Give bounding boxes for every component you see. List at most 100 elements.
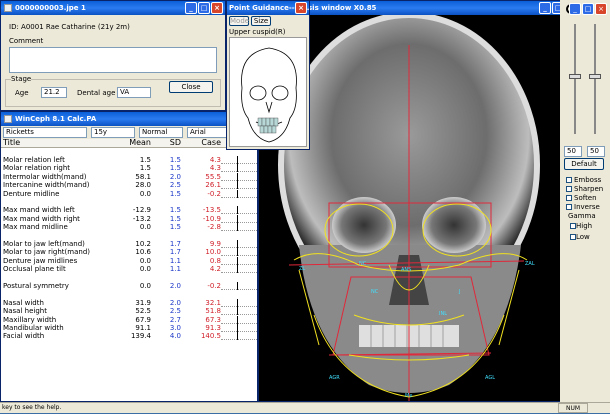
row-sd: 2.5 <box>169 307 181 316</box>
row-sd <box>151 198 181 206</box>
status-text: key to see the help. <box>2 404 62 411</box>
contrast-slider-thumb[interactable] <box>589 74 601 79</box>
age-input[interactable]: 21.2 <box>41 87 67 98</box>
mode-button[interactable]: Mode <box>229 16 249 26</box>
panel-minimize-button[interactable]: _ <box>569 3 581 15</box>
header-title[interactable]: Title <box>1 139 111 148</box>
dental-age-label: Dental age <box>77 89 116 97</box>
table-row[interactable]: Max mand width right -13.2 1.5 -10.9 <box>1 214 257 223</box>
comment-input[interactable] <box>9 47 217 73</box>
table-row[interactable]: Max mand width left -12.9 1.5 -13.5 <box>1 206 257 215</box>
svg-text:NC: NC <box>371 289 379 295</box>
patient-id-line: ID: A0001 Rae Catharine (21y 2m) <box>9 23 130 31</box>
row-sd: 3.0 <box>169 323 181 332</box>
comment-label: Comment <box>9 37 44 45</box>
row-graph <box>221 256 257 265</box>
table-row[interactable] <box>1 273 257 281</box>
brightness-slider-thumb[interactable] <box>569 74 581 79</box>
row-mean <box>111 273 151 281</box>
brightness-slider[interactable] <box>574 24 576 134</box>
row-case: 10.0 <box>205 248 221 257</box>
table-row[interactable]: Molar relation left 1.5 1.5 4.3 <box>1 156 257 165</box>
point-guidance-titlebar[interactable]: Point Guidance--Fu... × <box>227 1 309 15</box>
age-select[interactable]: 15y <box>91 127 135 138</box>
table-row[interactable]: Facial width 139.4 4.0 140.5 <box>1 332 257 341</box>
soften-checkbox[interactable] <box>566 195 572 201</box>
minimize-button[interactable]: _ <box>539 2 551 14</box>
table-row[interactable]: Denture midline 0.0 1.5 -0.2 <box>1 189 257 198</box>
table-row[interactable]: Intermolar width(mand) 58.1 2.0 55.5 <box>1 172 257 181</box>
brightness-value[interactable]: 50 <box>564 146 582 157</box>
header-sd[interactable]: SD <box>151 139 181 148</box>
svg-text:INL: INL <box>439 311 447 317</box>
row-mean: 10.2 <box>135 239 151 248</box>
header-case[interactable]: Case <box>181 139 221 148</box>
row-case: 4.2 <box>209 265 221 274</box>
table-row[interactable]: Molar relation right 1.5 1.5 4.3 <box>1 164 257 173</box>
row-case: 51.8 <box>205 307 221 316</box>
svg-text:AGR: AGR <box>329 375 340 381</box>
analysis-select[interactable]: Ricketts <box>3 127 87 138</box>
image-window-titlebar[interactable]: 0000000003.jpe 1 _ □ × <box>1 1 225 15</box>
calc-window-titlebar[interactable]: WinCeph 8.1 Calc.PA <box>1 112 257 126</box>
row-graph <box>221 315 257 324</box>
table-row[interactable] <box>1 290 257 298</box>
panel-close-icon[interactable]: × <box>595 3 607 15</box>
row-case <box>181 290 221 298</box>
table-row[interactable]: Max mand midline 0.0 1.5 -2.8 <box>1 223 257 232</box>
table-row[interactable] <box>1 198 257 206</box>
font-select[interactable]: Arial <box>187 127 231 138</box>
table-row[interactable]: Postural symmetry 0.0 2.0 -0.2 <box>1 281 257 290</box>
contrast-value[interactable]: 50 <box>587 146 605 157</box>
table-row[interactable]: Nasal height 52.5 2.5 51.8 <box>1 307 257 316</box>
close-icon[interactable]: × <box>295 2 307 14</box>
size-button[interactable]: Size <box>251 16 271 26</box>
table-row[interactable] <box>1 148 257 156</box>
point-guidance-window: Point Guidance--Fu... × Mode Size Upper … <box>226 0 310 150</box>
minimize-button[interactable]: _ <box>185 2 197 14</box>
row-case: 26.1 <box>205 181 221 190</box>
skull-diagram-icon <box>241 47 297 143</box>
row-sd: 1.5 <box>169 156 181 165</box>
emboss-checkbox[interactable] <box>566 177 572 183</box>
svg-text:AGL: AGL <box>485 375 495 381</box>
row-graph <box>221 248 257 257</box>
table-row[interactable]: Intercanine width(mand) 28.0 2.5 26.1 <box>1 181 257 190</box>
row-mean: 1.5 <box>139 164 151 173</box>
default-button[interactable]: Default <box>564 158 604 170</box>
row-sd: 2.0 <box>169 298 181 307</box>
sharpen-checkbox[interactable] <box>566 186 572 192</box>
row-case: 4.3 <box>209 156 221 165</box>
gamma-high-checkbox[interactable] <box>570 223 576 229</box>
dental-age-select[interactable]: VA <box>117 87 151 98</box>
table-row[interactable]: Maxillary width 67.9 2.7 67.3 <box>1 315 257 324</box>
row-graph <box>221 281 257 290</box>
table-row[interactable]: Molar to jaw right(mand) 10.6 1.7 10.0 <box>1 248 257 257</box>
row-sd: 1.5 <box>169 164 181 173</box>
row-title: Max mand width left <box>3 206 75 215</box>
inverse-checkbox[interactable] <box>566 204 572 210</box>
age-label: Age <box>15 89 29 97</box>
table-row[interactable]: Denture jaw midlines 0.0 1.1 0.8 <box>1 256 257 265</box>
row-title: Denture midline <box>3 189 60 198</box>
header-mean[interactable]: Mean <box>111 139 151 148</box>
close-icon[interactable]: × <box>211 2 223 14</box>
table-row[interactable]: Mandibular width 91.1 3.0 91.3 <box>1 323 257 332</box>
row-graph <box>221 181 257 190</box>
point-label: Upper cuspid(R) <box>229 28 286 36</box>
row-mean: 67.9 <box>135 315 151 324</box>
row-sd: 1.7 <box>169 248 181 257</box>
row-title: Molar to jaw right(mand) <box>3 248 90 257</box>
table-row[interactable]: Occlusal plane tilt 0.0 1.1 4.2 <box>1 265 257 274</box>
table-row[interactable]: Molar to jaw left(mand) 10.2 1.7 9.9 <box>1 239 257 248</box>
table-row[interactable]: Nasal width 31.9 2.0 32.1 <box>1 298 257 307</box>
row-mean: 1.5 <box>139 156 151 165</box>
panel-maximize-button[interactable]: □ <box>582 3 594 15</box>
table-row[interactable] <box>1 231 257 239</box>
contrast-slider[interactable] <box>594 24 596 134</box>
norm-select[interactable]: Normal <box>139 127 183 138</box>
sharpen-label: Sharpen <box>574 185 604 193</box>
maximize-button[interactable]: □ <box>198 2 210 14</box>
close-button[interactable]: Close <box>169 81 213 93</box>
gamma-low-checkbox[interactable] <box>570 234 576 240</box>
